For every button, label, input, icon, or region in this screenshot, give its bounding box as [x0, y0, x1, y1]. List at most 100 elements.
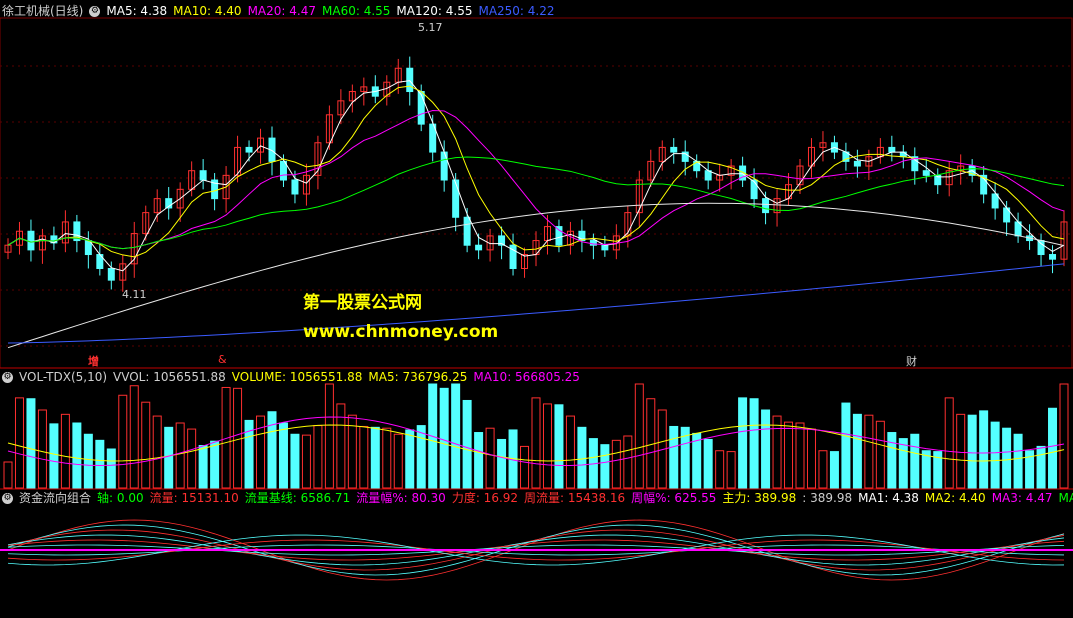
candle-body [704, 170, 712, 181]
candle-body [922, 170, 930, 176]
volume-bar [623, 435, 633, 489]
volume-bar [72, 422, 82, 489]
flow-legend-item: MA1: 4.38 [858, 491, 919, 505]
candle-body [245, 146, 253, 153]
volume-bar [301, 434, 311, 489]
volume-bar [738, 397, 748, 489]
price-legend-item: MA20: 4.47 [247, 4, 316, 18]
volume-bar [462, 399, 472, 489]
volume-bar [439, 387, 449, 489]
volume-legend-item: VOLUME: 1056551.88 [231, 370, 363, 384]
volume-bar [1059, 383, 1069, 489]
volume-bar [818, 450, 828, 489]
volume-bar [979, 410, 989, 489]
volume-bar [210, 440, 220, 489]
volume-bar [451, 383, 461, 489]
watermark-title: 第一股票公式网 [303, 293, 422, 313]
volume-legend-item: VVOL: 1056551.88 [113, 370, 226, 384]
stock-title: 徐工机械(日线) [2, 4, 84, 18]
volume-bar [864, 414, 874, 489]
candle-body [440, 151, 448, 181]
volume-bar [749, 398, 759, 489]
volume-legend-item: VOL-TDX(5,10) [19, 370, 108, 384]
price-legend-item: MA60: 4.55 [322, 4, 391, 18]
candle-body [291, 179, 299, 195]
volume-bar [416, 425, 426, 489]
volume-bar [95, 439, 105, 489]
volume-bar [531, 397, 541, 489]
volume-bar [1013, 433, 1023, 489]
gear-icon[interactable]: ⚙ [2, 493, 13, 504]
candle-body [406, 67, 414, 93]
flow-legend-item: MA4: 4.55 [1058, 491, 1073, 505]
flow-legend-item: 周流量: 15438.16 [524, 491, 626, 505]
candle-body [475, 244, 483, 251]
price-legend-item: MA120: 4.55 [396, 4, 473, 18]
volume-bar [634, 383, 644, 489]
volume-bar [542, 403, 552, 489]
volume-bar [565, 415, 575, 489]
gear-icon[interactable]: ⚙ [89, 6, 101, 17]
volume-bar [382, 427, 392, 489]
volume-bar [898, 438, 908, 489]
candle-body [1037, 240, 1045, 256]
volume-bar [497, 438, 507, 489]
volume-bar [267, 411, 277, 489]
volume-bar [60, 413, 70, 489]
volume-bar [187, 428, 197, 489]
volume-bar [577, 426, 587, 489]
volume-bar [703, 438, 713, 489]
flow-legend-item: 流量幅%: 80.30 [356, 491, 446, 505]
volume-bar [520, 445, 530, 489]
candle-body [463, 216, 471, 246]
candle-body [899, 151, 907, 158]
candle-body [107, 268, 115, 281]
volume-bar [474, 432, 484, 489]
volume-bar [956, 413, 966, 489]
volume-bar [1048, 407, 1058, 489]
volume-bar [106, 448, 116, 489]
volume-bar [485, 427, 495, 489]
volume-legend: ⚙ VOL-TDX(5,10) VVOL: 1056551.88 VOLUME: 10… [2, 368, 592, 386]
volume-bar [554, 404, 564, 489]
volume-bar [3, 461, 13, 489]
marker-cai: 财 [906, 355, 917, 368]
marker-zeng: 增 [88, 355, 99, 368]
flow-legend-item: MA2: 4.40 [924, 491, 986, 505]
volume-bar [141, 401, 151, 489]
volume-bar [152, 415, 162, 489]
gear-icon[interactable]: ⚙ [2, 372, 13, 383]
volume-bar [278, 422, 288, 489]
volume-bar [967, 414, 977, 489]
candle-body [417, 91, 425, 125]
volume-bar [611, 439, 621, 489]
flow-legend-item: : 389.98 [802, 491, 853, 505]
volume-bar [324, 383, 334, 489]
volume-bar [715, 450, 725, 489]
marker-amp: & [218, 353, 227, 366]
volume-bar [393, 433, 403, 489]
volume-bar [784, 421, 794, 489]
volume-bar [175, 422, 185, 489]
ma250-line [7, 263, 1065, 344]
flow-legend-item: 轴: 0.00 [97, 491, 144, 505]
volume-bar [600, 444, 610, 489]
volume-bar [669, 425, 679, 489]
candle-body [762, 198, 770, 214]
flow-legend-item: 流量基线: 6586.71 [244, 491, 351, 505]
flow-legend: ⚙ 资金流向组合 轴: 0.00 流量: 15131.10 流量基线: 6586.71 流… [2, 489, 1073, 507]
volume-bar [841, 402, 851, 489]
volume-bar [772, 415, 782, 489]
candle-body [601, 244, 609, 251]
volume-bar [405, 429, 415, 489]
volume-bar [233, 387, 243, 489]
price-legend-item: MA250: 4.22 [478, 4, 555, 18]
volume-bar [829, 451, 839, 489]
volume-bar [118, 394, 128, 489]
flow-legend-item: MA3: 4.47 [991, 491, 1053, 505]
volume-bar [26, 398, 36, 489]
flow-legend-item: 力度: 16.92 [451, 491, 519, 505]
watermark-url: www.chnmoney.com [303, 322, 499, 342]
high-price-label: 5.17 [418, 21, 443, 34]
candle-body [853, 160, 861, 167]
